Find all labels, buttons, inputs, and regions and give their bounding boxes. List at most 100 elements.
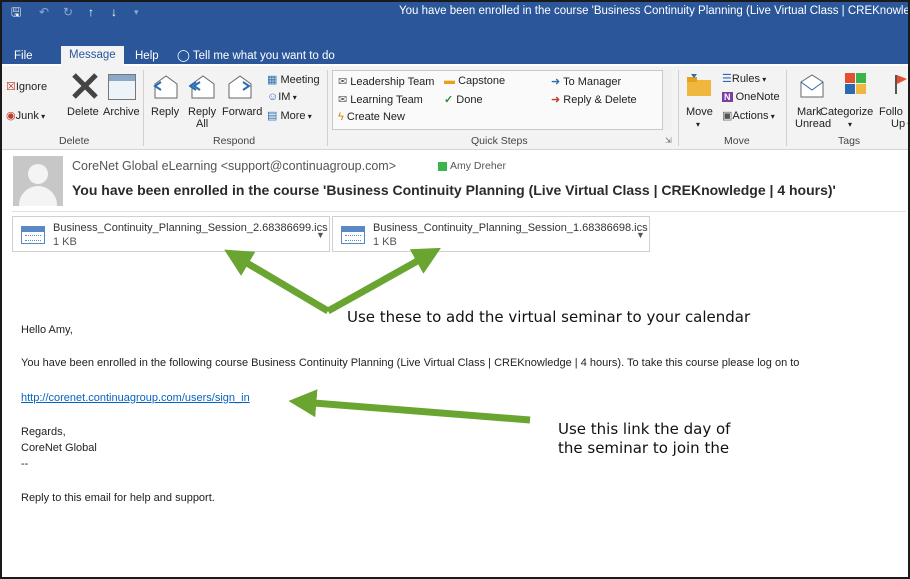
attachment-name: Business_Continuity_Planning_Session_2.6… (53, 222, 328, 234)
signature-separator: -- (21, 458, 29, 470)
next-item-icon[interactable]: ↓ (111, 5, 117, 19)
quick-step-done[interactable]: ✓ Done (444, 93, 483, 106)
reply-all-button[interactable]: Reply All (188, 106, 216, 130)
junk-button[interactable]: ◉Junk ▾ (6, 109, 45, 122)
header-divider (12, 211, 906, 212)
forward-arrow-icon: ➜ (551, 76, 561, 88)
group-divider (786, 70, 787, 146)
arrow-to-link (288, 389, 531, 424)
quick-step-leadership-team[interactable]: ✉ Leadership Team (338, 75, 434, 88)
more-respond-button[interactable]: ▤ More ▾ (267, 109, 312, 122)
lightning-icon: ϟ (338, 111, 344, 123)
more-icon: ▤ (267, 110, 278, 122)
tell-me-search[interactable]: ◯ Tell me what you want to do (177, 48, 335, 62)
categorize-icon (845, 73, 867, 95)
attachment-size: 1 KB (373, 236, 397, 248)
attachment-name: Business_Continuity_Planning_Session_1.6… (373, 222, 648, 234)
calendar-file-icon (21, 226, 45, 244)
email-icon: ✉ (338, 94, 348, 106)
categorize-button[interactable]: Categorize ▾ (820, 106, 873, 130)
onenote-button[interactable]: N OneNote (722, 91, 780, 103)
actions-icon: ▣ (722, 110, 733, 122)
annotation-attachments: Use these to add the virtual seminar to … (347, 308, 751, 326)
move-folder-icon (685, 72, 713, 98)
chevron-down-icon[interactable]: ▼ (316, 230, 325, 240)
reply-delete-icon: ➜ (551, 94, 561, 106)
message-subject: You have been enrolled in the course 'Bu… (72, 182, 836, 198)
previous-item-icon[interactable]: ↑ (88, 5, 94, 19)
undo-icon[interactable]: ↶ (39, 5, 49, 19)
move-group-label: Move (724, 135, 750, 147)
email-icon: ✉ (338, 76, 348, 88)
sender[interactable]: CoreNet Global eLearning <support@contin… (72, 159, 396, 173)
recipient[interactable]: Amy Dreher (450, 160, 506, 172)
group-divider (143, 70, 144, 146)
redo-icon[interactable]: ↻ (63, 5, 73, 19)
forward-button[interactable]: Forward (222, 106, 262, 118)
chevron-down-icon[interactable]: ▼ (636, 230, 645, 240)
arrow-to-attachment-2 (326, 247, 441, 315)
reply-all-icon (188, 74, 217, 100)
sign-in-link[interactable]: http://corenet.continuagroup.com/users/s… (21, 392, 250, 404)
arrow-to-attachment-1 (224, 249, 330, 315)
quick-steps-group-label: Quick Steps (471, 135, 528, 147)
tab-help[interactable]: Help (129, 48, 165, 66)
quick-step-to-manager[interactable]: ➜ To Manager (551, 75, 621, 88)
quick-step-learning-team[interactable]: ✉ Learning Team (338, 93, 423, 106)
attachment-item[interactable]: Business_Continuity_Planning_Session_1.6… (332, 216, 650, 252)
menu-bar: File Message Help ◯ Tell me what you wan… (2, 22, 908, 66)
group-divider (678, 70, 679, 146)
im-icon: ☺ (267, 91, 279, 103)
quick-steps-scrollbar[interactable] (662, 70, 672, 130)
meeting-button[interactable]: ▦ Meeting (267, 73, 320, 86)
signature: CoreNet Global (21, 442, 97, 454)
rules-icon: ☰ (722, 73, 732, 85)
outlook-message-window: 🖫 ↶ ↻ ↑ ↓ ▾ You have been enrolled in th… (0, 0, 910, 579)
reply-icon (152, 74, 180, 100)
ignore-icon: ☒ (6, 81, 16, 93)
dialog-launcher-icon[interactable]: ⇲ (665, 136, 672, 145)
quick-step-capstone[interactable]: ▬ Capstone (444, 75, 505, 87)
tab-file[interactable]: File (8, 48, 39, 66)
archive-icon (108, 74, 136, 100)
follow-up-button[interactable]: Follo Up ▾ (879, 106, 908, 130)
junk-icon: ◉ (6, 110, 16, 122)
folder-icon: ▬ (444, 75, 455, 87)
annotation-link-line2: the seminar to join the (558, 439, 730, 457)
mark-unread-icon (798, 73, 826, 99)
rules-button[interactable]: ☰Rules ▾ (722, 72, 766, 85)
quick-step-reply-delete[interactable]: ➜ Reply & Delete (551, 93, 637, 106)
save-icon[interactable]: 🖫 (11, 5, 21, 19)
attachment-item[interactable]: Business_Continuity_Planning_Session_2.6… (12, 216, 330, 252)
ignore-button[interactable]: ☒Ignore (6, 80, 47, 93)
footer-text: Reply to this email for help and support… (21, 492, 215, 504)
onenote-icon: N (722, 92, 733, 102)
greeting: Hello Amy, (21, 324, 73, 336)
quick-step-create-new[interactable]: ϟ Create New (338, 111, 405, 123)
tags-group-label: Tags (838, 135, 861, 147)
attachment-size: 1 KB (53, 236, 77, 248)
actions-button[interactable]: ▣Actions ▾ (722, 109, 775, 122)
tell-me-text: Tell me what you want to do (192, 50, 335, 62)
tab-message[interactable]: Message (61, 46, 124, 66)
flag-icon (894, 73, 908, 95)
meeting-icon: ▦ (267, 74, 278, 86)
customize-toolbar-icon[interactable]: ▾ (134, 5, 139, 19)
delete-button[interactable]: Delete (67, 106, 99, 118)
window-title: You have been enrolled in the course 'Bu… (399, 5, 910, 17)
delete-group-label: Delete (59, 135, 90, 147)
forward-icon (226, 74, 254, 100)
delete-icon (70, 71, 100, 101)
im-button[interactable]: ☺IM ▾ (267, 91, 297, 103)
archive-button[interactable]: Archive (103, 106, 140, 118)
group-divider (327, 70, 328, 146)
reply-button[interactable]: Reply (151, 106, 179, 118)
move-button[interactable]: Move ▾ (686, 106, 713, 130)
ribbon: ☒Ignore ◉Junk ▾ Delete Archive Delete Re… (2, 66, 908, 150)
avatar (13, 156, 63, 206)
body-paragraph: You have been enrolled in the following … (21, 357, 800, 369)
presence-icon (438, 162, 447, 171)
calendar-file-icon (341, 226, 365, 244)
checkmark-icon: ✓ (444, 94, 454, 106)
lightbulb-icon: ◯ (177, 50, 190, 62)
